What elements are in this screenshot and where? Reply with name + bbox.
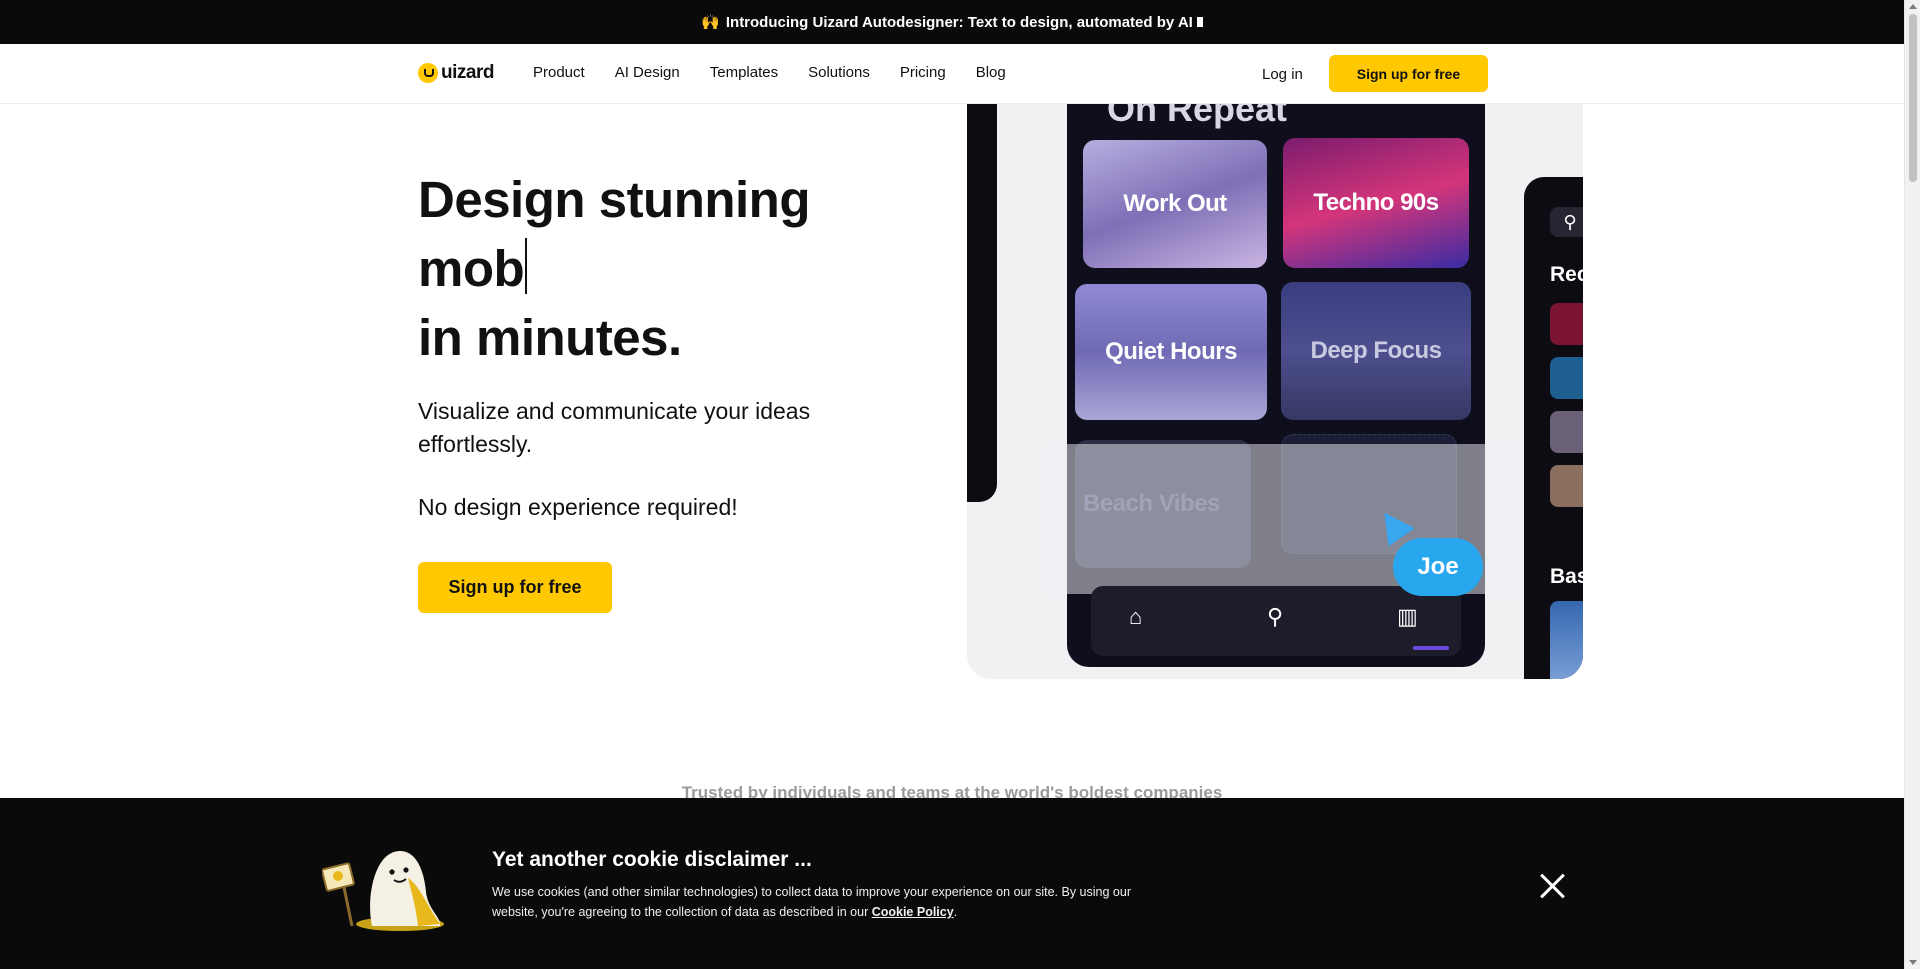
nav-solutions[interactable]: Solutions [808, 64, 870, 81]
cookie-policy-link[interactable]: Cookie Policy [872, 905, 954, 919]
playlist-tile-work-out: Work Out [1083, 140, 1267, 268]
nav-links: Product AI Design Templates Solutions Pr… [533, 64, 1006, 81]
hero-title-line-2: mob [418, 234, 810, 303]
typing-caret [525, 238, 528, 294]
right-phone-label: Rec [1550, 263, 1583, 286]
page-scrollbar[interactable] [1904, 0, 1920, 969]
announcement-text[interactable]: Introducing Uizard Autodesigner: Text to… [726, 14, 1193, 31]
search-icon: ⚲ [1550, 207, 1583, 237]
right-phone-label: Bas [1550, 565, 1583, 588]
signup-hero-button[interactable]: Sign up for free [418, 562, 612, 613]
right-phone-thumb [1550, 411, 1583, 453]
cookie-text: We use cookies (and other similar techno… [492, 882, 1132, 922]
signup-nav-button[interactable]: Sign up for free [1329, 55, 1488, 92]
cookie-title: Yet another cookie disclaimer ... [492, 848, 812, 871]
typing-text: mob [418, 240, 525, 297]
search-icon: ⚲ [1267, 604, 1284, 629]
announcement-bar[interactable]: 🙌 Introducing Uizard Autodesigner: Text … [0, 0, 1904, 44]
logo-text: uizard [441, 62, 494, 83]
login-link[interactable]: Log in [1262, 66, 1303, 83]
nav-blog[interactable]: Blog [976, 64, 1006, 81]
uizard-logo-icon [418, 63, 438, 83]
playlist-tile-techno: Techno 90s [1283, 138, 1469, 268]
hero-subtitle-2: No design experience required! [418, 494, 738, 520]
hero-subtitle: Visualize and communicate your ideas eff… [418, 398, 811, 457]
tab-indicator [1413, 646, 1449, 650]
uizard-logo[interactable]: uizard [418, 62, 494, 84]
phone-header-text: On Repeat [1107, 104, 1288, 129]
scroll-up-arrow-icon[interactable] [1909, 4, 1917, 9]
raised-hands-icon: 🙌 [701, 14, 720, 31]
scroll-thumb[interactable] [1909, 14, 1917, 182]
home-icon: ⌂ [1129, 604, 1143, 629]
cookie-suffix: . [953, 905, 958, 919]
text-cursor-block [1196, 17, 1203, 27]
cookie-banner: Yet another cookie disclaimer ... We use… [0, 798, 1904, 969]
right-phone-mockup: ⚲ Rec Bas [1524, 177, 1583, 679]
right-phone-thumb [1550, 303, 1583, 345]
cookie-body: We use cookies (and other similar techno… [492, 885, 1131, 919]
right-phone-thumb [1550, 465, 1583, 507]
nav-templates[interactable]: Templates [710, 64, 778, 81]
left-phone-mockup [967, 104, 997, 502]
collab-cursor-label: Joe [1393, 538, 1483, 596]
right-phone-thumb [1550, 601, 1583, 679]
right-phone-thumb [1550, 357, 1583, 399]
close-icon[interactable] [1539, 872, 1567, 900]
main-nav: uizard Product AI Design Templates Solut… [0, 44, 1904, 104]
nav-pricing[interactable]: Pricing [900, 64, 946, 81]
book-icon: ▥ [1397, 604, 1418, 629]
nav-product[interactable]: Product [533, 64, 585, 81]
scroll-down-arrow-icon[interactable] [1909, 960, 1917, 965]
hero-title: Design stunning mob in minutes. [418, 165, 810, 372]
hero-mockup-image: On Repeat Work Out Techno 90s Quiet Hour… [967, 104, 1583, 679]
hero-title-line-3: in minutes. [418, 309, 682, 366]
nav-ai-design[interactable]: AI Design [615, 64, 680, 81]
phone-tab-bar: ⌂ ⚲ ▥ [1091, 586, 1461, 656]
mascot-illustration [322, 851, 444, 931]
playlist-tile-quiet-hours: Quiet Hours [1075, 284, 1267, 420]
playlist-tile-deep-focus: Deep Focus [1281, 282, 1471, 420]
hero-title-line-1: Design stunning [418, 171, 810, 228]
